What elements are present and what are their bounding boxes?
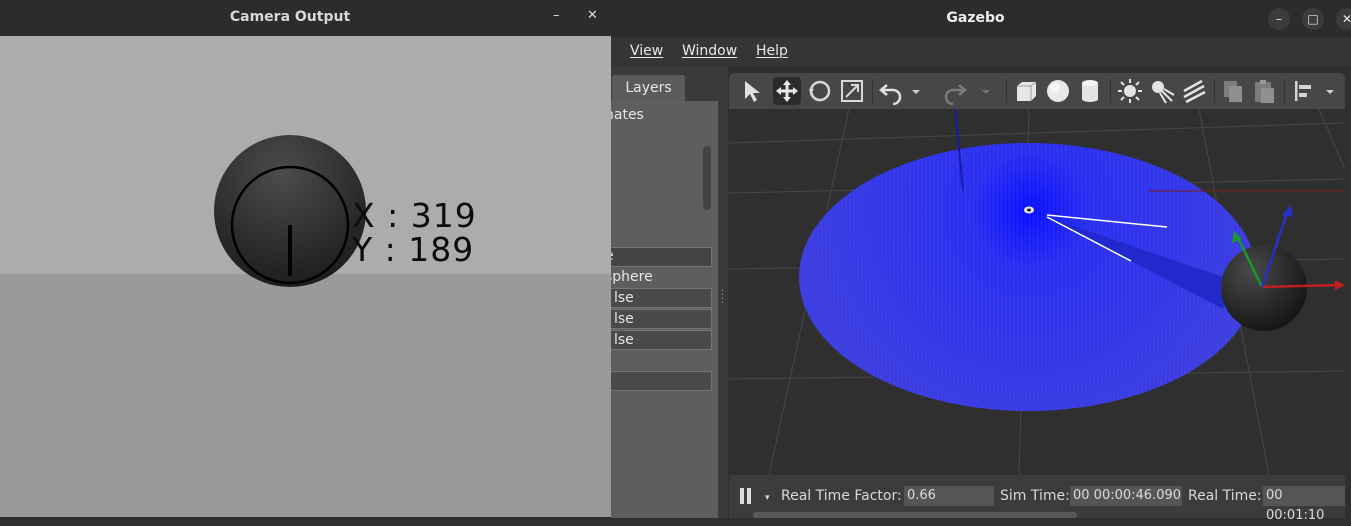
menu-bar: View Window Help	[600, 38, 1351, 66]
dropdown-icon[interactable]	[909, 77, 923, 105]
property-row-label: sphere	[605, 269, 653, 285]
redo-icon[interactable]	[941, 77, 969, 105]
tab-layers[interactable]: Layers	[612, 75, 685, 101]
property-row-label: lse	[614, 332, 634, 348]
camera-titlebar: Camera Output – ✕	[0, 0, 611, 36]
spot-light-icon[interactable]	[1148, 77, 1176, 105]
splitter-handle[interactable]: · · · ·	[721, 287, 724, 309]
paste-icon[interactable]	[1250, 77, 1278, 105]
point-light-icon[interactable]	[1116, 77, 1144, 105]
undo-icon[interactable]	[877, 77, 905, 105]
camera-close-button[interactable]: ✕	[587, 8, 598, 23]
translate-icon	[776, 80, 798, 102]
scene-toolbar	[729, 73, 1345, 109]
menu-window[interactable]: Window	[682, 43, 737, 59]
sim-time-label: Sim Time:	[1000, 488, 1070, 504]
close-button[interactable]: ✕	[1336, 8, 1351, 30]
camera-window-title: Camera Output	[229, 9, 351, 25]
menu-view[interactable]: View	[630, 43, 663, 59]
property-row-label: lse	[614, 290, 634, 306]
sim-time-value: 00 00:00:46.090	[1070, 486, 1182, 506]
pause-icon[interactable]	[739, 487, 753, 505]
scene-viewport[interactable]	[729, 109, 1345, 475]
select-arrow-icon[interactable]	[739, 77, 767, 105]
camera-minimize-button[interactable]: –	[553, 8, 560, 23]
rtf-value: 0.66	[904, 486, 994, 506]
real-time-value: 00 00:01:10	[1263, 486, 1345, 523]
scene-render	[729, 109, 1345, 475]
scale-icon[interactable]	[838, 77, 866, 105]
directional-light-icon[interactable]	[1180, 77, 1208, 105]
minimize-button[interactable]: –	[1268, 8, 1290, 30]
dropdown-icon[interactable]	[1323, 77, 1337, 105]
step-dropdown-icon[interactable]: ▾	[765, 493, 770, 503]
y-coordinate-text: Y : 189	[352, 230, 475, 269]
detection-overlay	[214, 135, 366, 287]
sphere-icon[interactable]	[1044, 77, 1072, 105]
property-row[interactable]	[600, 371, 712, 391]
translate-button[interactable]	[773, 77, 801, 105]
horizontal-scrollbar[interactable]	[753, 512, 1077, 518]
property-row-label: lse	[614, 311, 634, 327]
gazebo-titlebar: Gazebo – □ ✕	[600, 0, 1351, 38]
rotate-icon[interactable]	[806, 77, 834, 105]
maximize-button[interactable]: □	[1302, 8, 1324, 30]
window-title: Gazebo	[946, 10, 1005, 26]
camera-window: Camera Output – ✕ X : 319 Y : 189	[0, 0, 611, 518]
box-icon[interactable]	[1012, 77, 1040, 105]
rtf-label: Real Time Factor:	[781, 488, 902, 504]
property-row[interactable]	[600, 247, 712, 267]
align-icon[interactable]	[1290, 77, 1318, 105]
copy-icon[interactable]	[1219, 77, 1247, 105]
real-time-label: Real Time:	[1188, 488, 1262, 504]
camera-image: X : 319 Y : 189	[0, 36, 611, 517]
dropdown-icon[interactable]	[979, 77, 993, 105]
cylinder-icon[interactable]	[1076, 77, 1104, 105]
menu-help[interactable]: Help	[756, 43, 788, 59]
panel-scrollbar[interactable]	[703, 146, 711, 210]
